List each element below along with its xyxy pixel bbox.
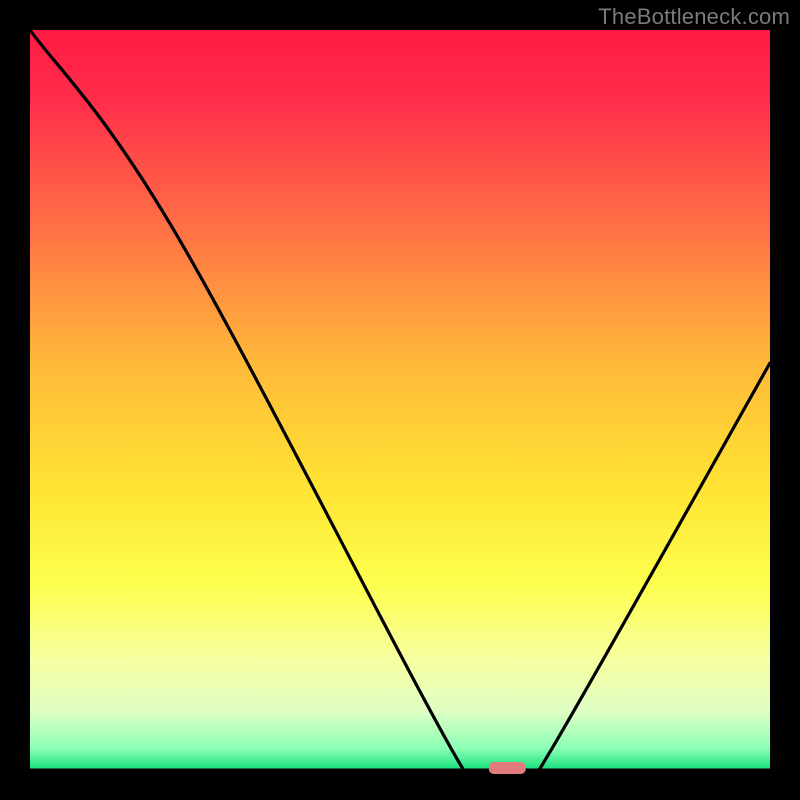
plot-background: [30, 30, 770, 770]
optimal-marker: [489, 762, 526, 774]
watermark-text: TheBottleneck.com: [598, 4, 790, 30]
bottleneck-chart: [0, 0, 800, 800]
chart-frame: TheBottleneck.com: [0, 0, 800, 800]
